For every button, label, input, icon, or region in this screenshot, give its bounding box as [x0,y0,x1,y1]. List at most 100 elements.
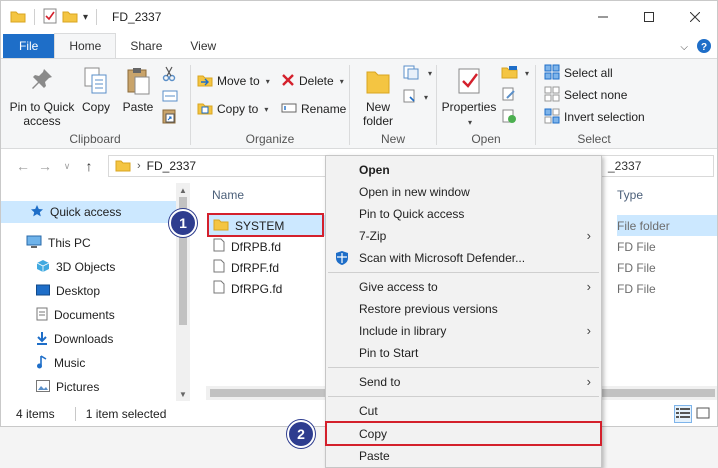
easy-access-button[interactable]: ▾ [402,87,428,107]
move-to-icon [197,73,213,90]
new-folder-icon [362,65,394,97]
select-all-button[interactable]: Select all [544,63,613,83]
file-type-cell: FD File [617,281,656,296]
properties-button[interactable]: Properties ▾ [441,65,497,130]
file-row-dfrpf[interactable]: DfRPF.fd [207,257,327,278]
new-item-button[interactable]: ▾ [402,63,432,83]
column-header-name[interactable]: Name [212,188,244,202]
expand-ribbon-icon[interactable]: ⌵ [680,42,688,53]
nav-item-desktop[interactable]: Desktop [0,280,176,302]
invert-selection-button[interactable]: Invert selection [544,107,645,127]
customize-qat-icon[interactable]: ▾ [83,12,88,23]
tab-view[interactable]: View [176,34,230,58]
submenu-arrow-icon: › [586,228,591,243]
organize-group-label: Organize [245,132,295,146]
copy-path-button[interactable] [162,87,178,107]
new-item-icon [402,64,422,83]
highlight-copy-item [325,421,602,446]
pin-to-quick-access-button[interactable]: Pin to Quick access [8,65,76,128]
history-button[interactable] [501,107,517,127]
up-button[interactable]: ↑ [78,155,100,177]
details-view-icon [676,407,690,422]
nav-item-pictures[interactable]: Pictures [0,376,176,398]
ribbon: Pin to Quick access Copy Paste Clipboard… [0,58,718,149]
edit-button[interactable] [501,85,517,105]
breadcrumb-path[interactable]: FD_2337 [147,159,196,173]
file-row-dfrpb[interactable]: DfRPB.fd [207,236,327,257]
nav-item-quick-access[interactable]: Quick access [0,201,176,223]
file-icon [213,259,225,276]
select-none-button[interactable]: Select none [544,85,627,105]
submenu-arrow-icon: › [586,323,591,338]
select-group: Select all Select none Invert selection … [536,59,652,149]
menu-item-paste[interactable]: Paste [326,445,601,467]
picture-icon [36,379,50,395]
file-type-cell: FD File [617,260,656,275]
address-bar[interactable]: › FD_2337 [108,155,330,177]
delete-x-icon [281,73,295,90]
nav-item-documents[interactable]: Documents [0,304,176,326]
paste-shortcut-button[interactable] [162,107,176,127]
column-header-type[interactable]: Type [617,188,643,202]
menu-item-restore-versions[interactable]: Restore previous versions [326,298,601,320]
large-icons-view-button[interactable] [694,405,712,423]
rename-button[interactable]: Rename [281,99,346,119]
tab-share[interactable]: Share [116,34,176,58]
new-folder-qat-icon[interactable] [62,9,78,26]
tab-home[interactable]: Home [54,33,117,58]
edit-icon [501,86,517,105]
close-button[interactable] [672,0,718,34]
tab-file[interactable]: File [3,34,55,58]
back-button[interactable]: ← [12,155,34,177]
menu-item-scan-defender[interactable]: Scan with Microsoft Defender... [326,247,601,269]
organize-group: Move to ▾ Copy to ▾ Delete ▾ Rename Organiz… [191,59,349,149]
music-icon [36,354,48,372]
submenu-arrow-icon: › [586,374,591,389]
menu-item-7zip[interactable]: 7-Zip › [326,225,601,247]
recent-locations-button[interactable]: ∨ [56,155,78,177]
cut-button[interactable] [162,65,176,85]
history-icon [501,108,517,127]
select-none-icon [544,86,560,105]
menu-item-cut[interactable]: Cut [326,400,601,422]
search-box-partial[interactable]: _2337 [598,155,714,177]
menu-item-include-library[interactable]: Include in library › [326,320,601,342]
select-all-icon [544,64,560,83]
properties-qat-icon[interactable] [43,8,57,27]
delete-button[interactable]: Delete ▾ [281,71,344,91]
help-icon[interactable]: ? [696,38,712,57]
menu-item-pin-quick-access[interactable]: Pin to Quick access [326,203,601,225]
scroll-down-icon[interactable]: ▼ [176,387,190,401]
svg-text:?: ? [701,42,707,53]
menu-item-give-access[interactable]: Give access to › [326,276,601,298]
minimize-button[interactable] [580,0,626,34]
forward-button[interactable]: → [34,155,56,177]
open-button[interactable]: ▾ [501,63,529,83]
nav-item-downloads[interactable]: Downloads [0,328,176,350]
menu-item-pin-start[interactable]: Pin to Start [326,342,601,364]
menu-item-open-new-window[interactable]: Open in new window [326,181,601,203]
step-badge-1: 1 [169,209,197,237]
new-folder-button[interactable]: New folder [358,65,398,128]
submenu-arrow-icon: › [586,279,591,294]
nav-item-music[interactable]: Music [0,352,176,374]
nav-item-3d-objects[interactable]: 3D Objects [0,256,176,278]
invert-selection-icon [544,108,560,127]
navigation-pane: Quick access This PC 3D Objects Desktop … [0,183,192,401]
paste-button[interactable]: Paste [120,65,156,114]
copy-button[interactable]: Copy [78,65,114,114]
window-controls [580,0,718,34]
menu-item-open[interactable]: Open [326,159,601,181]
copy-to-button[interactable]: Copy to ▾ [197,99,268,119]
menu-item-send-to[interactable]: Send to › [326,371,601,393]
move-to-button[interactable]: Move to ▾ [197,71,270,91]
file-icon [213,238,225,255]
details-view-button[interactable] [674,405,692,423]
file-row-dfrpg[interactable]: DfRPG.fd [207,278,327,299]
nav-item-this-pc[interactable]: This PC [0,232,176,254]
paste-icon [122,65,154,97]
scroll-up-icon[interactable]: ▲ [176,183,190,197]
select-group-label: Select [577,132,611,146]
file-icon [213,280,225,297]
maximize-button[interactable] [626,0,672,34]
